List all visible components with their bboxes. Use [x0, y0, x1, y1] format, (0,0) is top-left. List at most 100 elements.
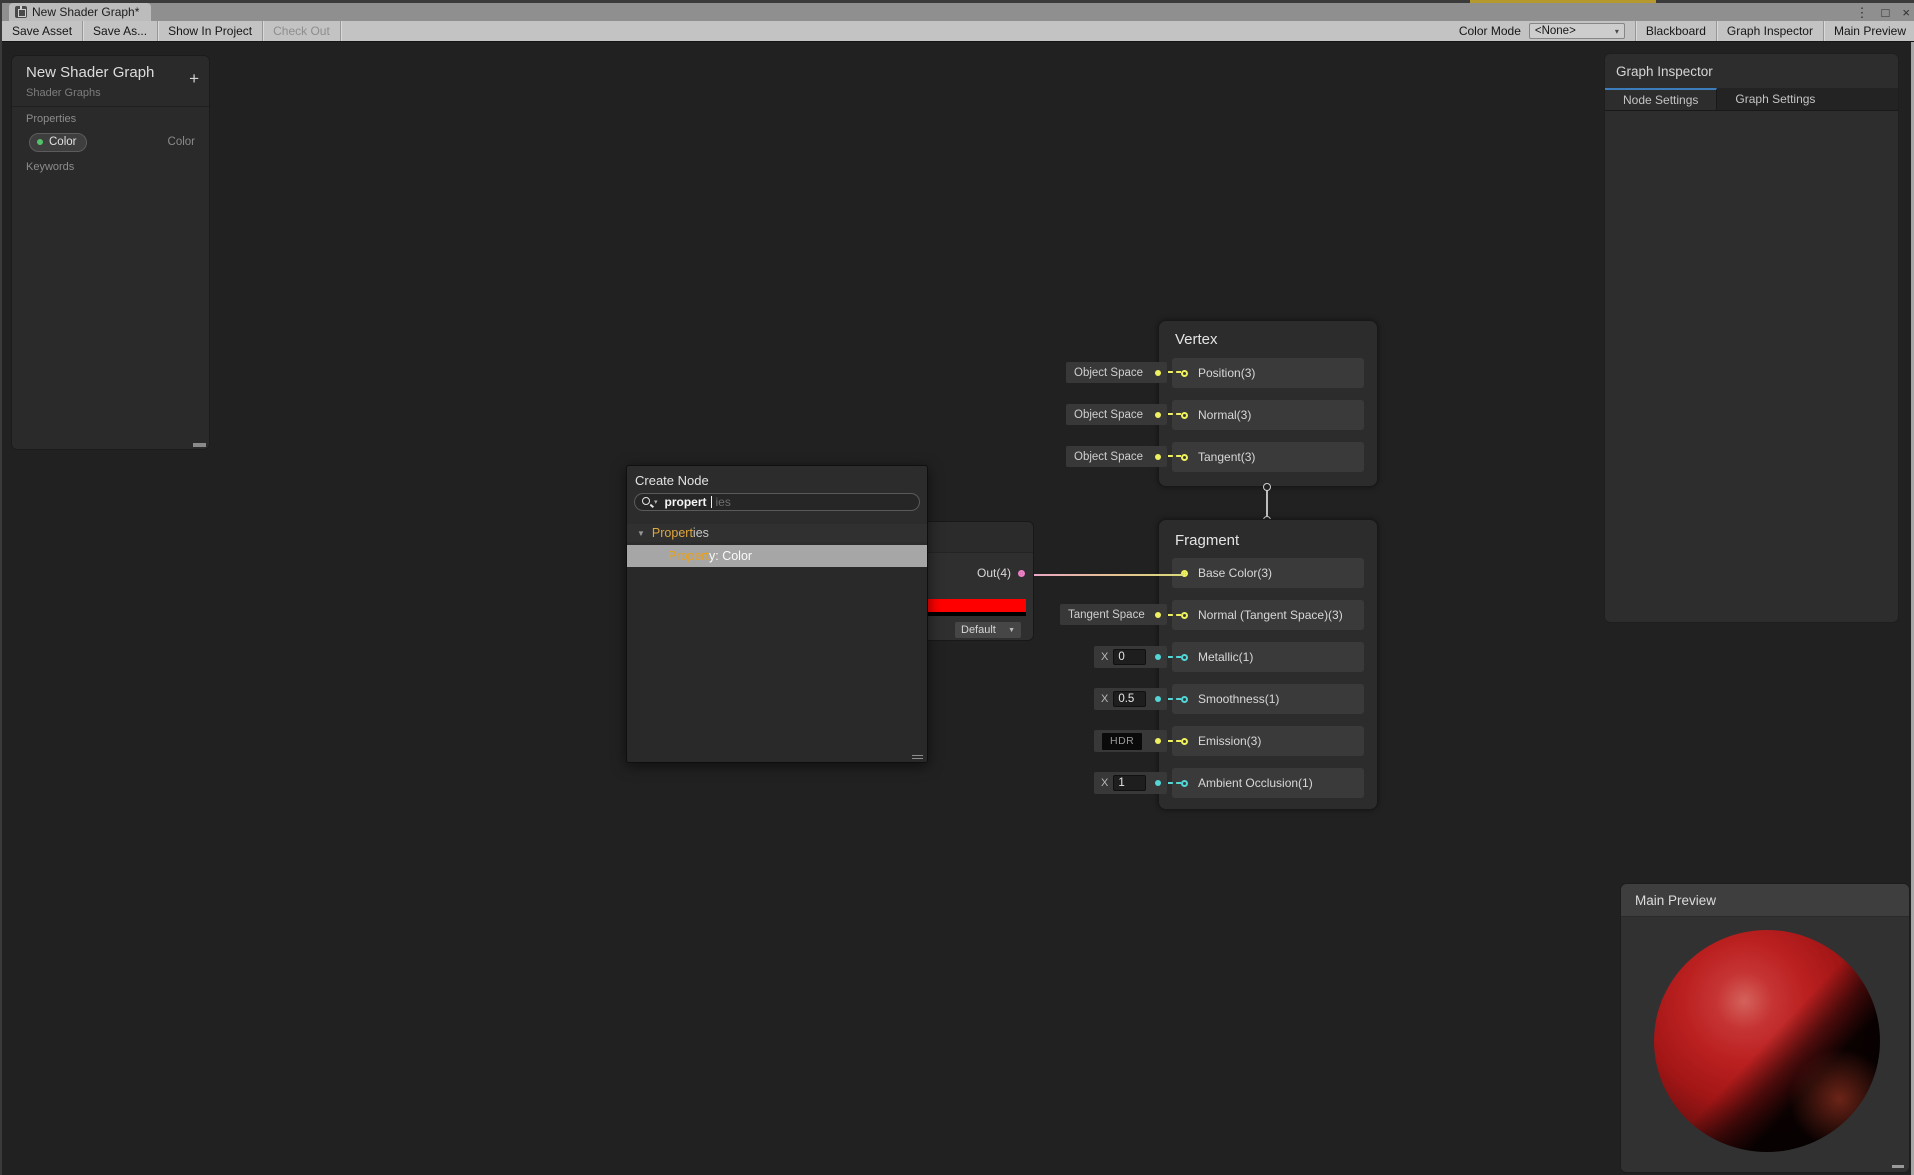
graph-inspector-toggle-button[interactable]: Graph Inspector	[1715, 21, 1823, 41]
port-metallic-icon[interactable]	[1181, 653, 1188, 661]
properties-section-label: Properties	[26, 113, 77, 125]
vertex-port-row-position[interactable]: Position(3)	[1172, 358, 1364, 388]
port-emission-icon[interactable]	[1181, 737, 1188, 745]
main-preview-panel: Main Preview	[1620, 883, 1910, 1173]
property-type-label: Color	[167, 136, 195, 148]
space-tag-label: Tangent Space	[1068, 608, 1145, 621]
color-swatch-alpha-bar	[921, 612, 1026, 616]
port-label: Ambient Occlusion(1)	[1198, 776, 1313, 790]
connector-dot-icon	[1155, 738, 1161, 744]
x-component-label: X	[1101, 693, 1109, 705]
color-type-dot-icon	[37, 139, 43, 145]
connector-dot-icon	[1155, 780, 1161, 786]
metallic-value-field[interactable]: 0	[1113, 649, 1147, 665]
color-property-pill[interactable]: Color	[29, 132, 88, 152]
toolbar: Save Asset Save As... Show In Project Ch…	[2, 21, 1914, 42]
object-space-tag[interactable]: Object Space	[1066, 404, 1167, 425]
window-menu-icon[interactable]: ⋮	[1856, 6, 1869, 19]
main-preview-toggle-button[interactable]: Main Preview	[1822, 21, 1914, 41]
object-space-tag[interactable]: Object Space	[1066, 446, 1167, 467]
tab-node-settings[interactable]: Node Settings	[1605, 88, 1718, 110]
fragment-port-row-normal[interactable]: Normal (Tangent Space)(3)	[1172, 600, 1364, 630]
color-mode-value: <None>	[1534, 25, 1576, 37]
result-group-properties[interactable]: ▼ Properties	[627, 524, 927, 542]
port-label: Base Color(3)	[1198, 566, 1273, 580]
maximize-icon[interactable]: □	[1882, 6, 1890, 19]
port-out-vector4-icon[interactable]	[1018, 569, 1025, 577]
connector-dot-icon	[1155, 453, 1161, 460]
connector-dot-icon	[1155, 369, 1161, 376]
search-typed-text: propert	[664, 495, 707, 509]
check-out-button: Check Out	[263, 21, 341, 41]
edge-color-to-base-color[interactable]	[1028, 574, 1183, 576]
graph-inspector-panel: Graph Inspector Node Settings Graph Sett…	[1604, 53, 1899, 623]
port-stub	[1168, 413, 1181, 415]
port-stub	[1168, 782, 1181, 784]
dialog-resize-handle[interactable]	[912, 753, 923, 759]
color-mode-default-dropdown[interactable]: Default ▼	[955, 622, 1021, 638]
preview-sphere[interactable]	[1654, 930, 1880, 1152]
port-normal-ts-icon[interactable]	[1181, 611, 1188, 619]
save-asset-button[interactable]: Save Asset	[2, 21, 84, 41]
tab-graph-settings[interactable]: Graph Settings	[1717, 88, 1833, 110]
space-tag-label: Object Space	[1074, 450, 1144, 463]
ambient-occlusion-value-field[interactable]: 1	[1113, 775, 1147, 791]
document-tab[interactable]: New Shader Graph*	[9, 3, 152, 21]
ambient-occlusion-value-widget: X 1	[1094, 772, 1167, 794]
x-component-label: X	[1101, 651, 1109, 663]
color-mode-dropdown[interactable]: <None> ▾	[1528, 23, 1625, 39]
main-preview-header: Main Preview	[1621, 884, 1909, 917]
property-name: Color	[49, 136, 77, 148]
save-as-button[interactable]: Save As...	[83, 21, 159, 41]
port-label: Position(3)	[1198, 366, 1256, 380]
metallic-value-widget: X 0	[1094, 646, 1167, 668]
blackboard-subtitle: Shader Graphs	[26, 87, 101, 99]
preview-resize-handle[interactable]	[1892, 1165, 1904, 1168]
results-empty-area	[627, 567, 927, 762]
vertex-port-row-normal[interactable]: Normal(3)	[1172, 400, 1364, 430]
document-tab-title: New Shader Graph*	[32, 5, 140, 19]
blackboard-resize-handle[interactable]	[193, 443, 206, 447]
group-rest-text: ies	[692, 526, 709, 540]
collapse-triangle-icon[interactable]: ▼	[637, 529, 645, 538]
graph-inspector-title: Graph Inspector	[1616, 64, 1713, 79]
close-icon[interactable]: ×	[1902, 6, 1910, 19]
port-ambient-occlusion-icon[interactable]	[1181, 779, 1188, 787]
object-space-tag[interactable]: Object Space	[1066, 362, 1167, 383]
property-row-color: Color Color	[12, 129, 209, 155]
vertex-port-row-tangent[interactable]: Tangent(3)	[1172, 442, 1364, 472]
node-search-input[interactable]: ▾ propert ies	[634, 493, 920, 511]
connector-dot-icon	[1155, 611, 1161, 618]
color-swatch[interactable]	[921, 599, 1026, 612]
blackboard-panel: New Shader Graph + Shader Graphs Propert…	[11, 55, 210, 450]
chevron-down-icon: ▾	[1614, 26, 1619, 36]
keywords-section-label: Keywords	[26, 161, 75, 173]
vertex-fragment-connector	[1266, 489, 1268, 519]
divider	[12, 106, 209, 107]
add-property-button[interactable]: +	[189, 70, 199, 87]
tangent-space-tag[interactable]: Tangent Space	[1060, 604, 1167, 625]
fragment-port-row-smoothness[interactable]: Smoothness(1)	[1172, 684, 1364, 714]
fragment-port-row-ambient-occlusion[interactable]: Ambient Occlusion(1)	[1172, 768, 1364, 798]
chevron-down-icon[interactable]: ▾	[654, 498, 658, 506]
blackboard-toggle-button[interactable]: Blackboard	[1634, 21, 1716, 41]
fragment-port-row-base-color[interactable]: Base Color(3)	[1172, 558, 1364, 588]
port-normal-icon[interactable]	[1181, 411, 1188, 419]
fragment-port-row-metallic[interactable]: Metallic(1)	[1172, 642, 1364, 672]
graph-inspector-tabbar: Node Settings Graph Settings	[1605, 88, 1898, 111]
show-in-project-button[interactable]: Show In Project	[158, 21, 264, 41]
hdr-color-swatch[interactable]: HDR	[1102, 732, 1143, 750]
port-label: Emission(3)	[1198, 734, 1262, 748]
port-position-icon[interactable]	[1181, 369, 1188, 377]
port-smoothness-icon[interactable]	[1181, 695, 1188, 703]
smoothness-value-field[interactable]: 0.5	[1113, 691, 1147, 707]
group-match-text: Propert	[651, 526, 693, 540]
port-tangent-icon[interactable]	[1181, 453, 1188, 461]
result-item-property-color[interactable]: Property: Color	[627, 545, 927, 567]
dropdown-value: Default	[961, 624, 996, 636]
port-stub	[1168, 656, 1181, 658]
item-match-text: Propert	[668, 549, 709, 563]
port-label: Metallic(1)	[1198, 650, 1254, 664]
connector-circle-icon[interactable]	[1263, 483, 1271, 491]
fragment-port-row-emission[interactable]: Emission(3)	[1172, 726, 1364, 756]
